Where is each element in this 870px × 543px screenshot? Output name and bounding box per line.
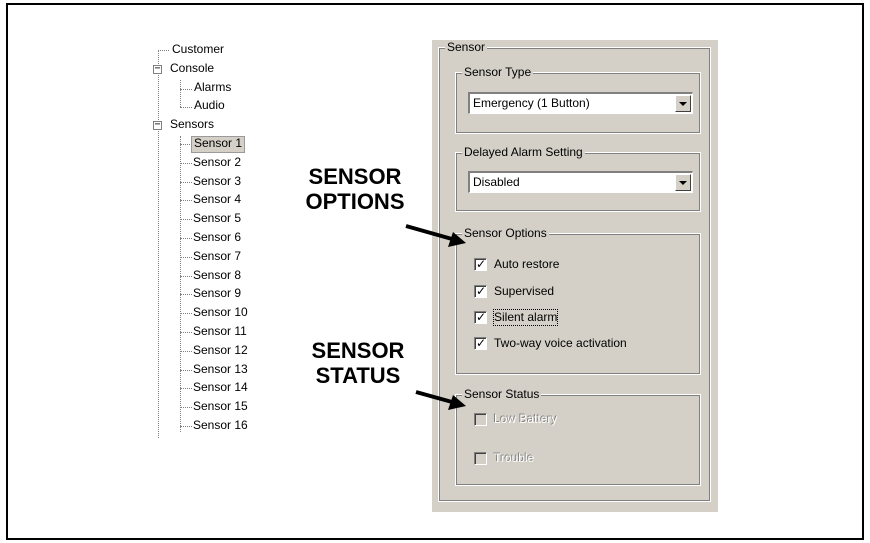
tree-item-sensor[interactable]: Sensor 5: [191, 211, 243, 228]
checkbox-box[interactable]: ✓: [474, 336, 487, 350]
sensor-type-dropdown[interactable]: Emergency (1 Button): [468, 92, 693, 114]
tree-view: − − Customer Console Alarms Audio Sensor…: [0, 0, 300, 460]
tree-item-sensor[interactable]: Sensor 14: [191, 380, 250, 397]
console-collapse-icon[interactable]: −: [153, 64, 162, 74]
callout-line: SENSOR: [311, 338, 405, 363]
sensor-options-title: Sensor Options: [462, 226, 549, 240]
checkbox-box[interactable]: ✓: [474, 284, 487, 298]
tree-item-alarms[interactable]: Alarms: [192, 80, 233, 97]
checkbox-label: Auto restore: [494, 257, 560, 271]
delayed-alarm-dropdown-button[interactable]: [675, 174, 691, 191]
tree-item-console[interactable]: Console: [168, 61, 216, 78]
tree-item-sensor[interactable]: Sensor 12: [191, 343, 250, 360]
checkbox-label: Low Battery: [494, 412, 558, 426]
checkmark-icon: ✓: [476, 310, 487, 324]
tree-item-sensor[interactable]: Sensor 2: [191, 155, 243, 172]
tree-connector: [180, 89, 192, 90]
tree-item-sensor[interactable]: Sensor 11: [191, 324, 249, 341]
tree-item-audio[interactable]: Audio: [192, 98, 227, 115]
tree-item-sensor[interactable]: Sensor 10: [191, 305, 250, 322]
tree-item-sensor[interactable]: Sensor 15: [191, 399, 250, 416]
tree-trunk-line: [158, 50, 159, 438]
tree-connector: [180, 107, 192, 108]
options-arrow-icon: [405, 224, 466, 247]
tree-item-sensor[interactable]: Sensor 8: [191, 268, 243, 285]
delayed-alarm-dropdown[interactable]: Disabled: [468, 171, 693, 193]
sensors-collapse-icon[interactable]: −: [153, 120, 162, 130]
status-arrow-icon: [415, 390, 466, 410]
sensor-type-dropdown-button[interactable]: [675, 95, 691, 112]
delayed-alarm-title: Delayed Alarm Setting: [462, 145, 585, 159]
tree-connector: [158, 50, 169, 51]
console-branch-line: [180, 80, 181, 107]
sensor-group: Sensor Sensor Type Emergency (1 Button) …: [438, 40, 711, 502]
tree-item-customer[interactable]: Customer: [170, 42, 226, 59]
checkmark-icon: ✓: [476, 257, 487, 271]
checkbox-box: [474, 452, 487, 465]
sensor-type-title: Sensor Type: [462, 65, 534, 79]
delayed-alarm-value: Disabled: [473, 175, 520, 189]
callout-line: OPTIONS: [305, 189, 405, 214]
chevron-down-icon: [679, 102, 687, 106]
sensor-status-title: Sensor Status: [462, 387, 542, 401]
sensor-status-group: Sensor Status Low Battery Trouble: [455, 387, 701, 486]
sensor-group-title: Sensor: [445, 40, 488, 54]
checkmark-icon: ✓: [476, 336, 487, 350]
callout-line: STATUS: [315, 363, 401, 388]
chevron-down-icon: [679, 181, 687, 185]
tree-item-sensor[interactable]: Sensor 13: [191, 362, 250, 379]
tree-item-sensor[interactable]: Sensor 6: [191, 230, 243, 247]
sensor-type-group: Sensor Type Emergency (1 Button): [455, 65, 701, 134]
tree-item-sensor[interactable]: Sensor 7: [191, 249, 243, 266]
tree-item-sensor[interactable]: Sensor 9: [191, 286, 243, 303]
checkbox-label: Trouble: [494, 451, 535, 465]
sensor-dialog-panel: Sensor Sensor Type Emergency (1 Button) …: [432, 40, 718, 512]
tree-item-sensor[interactable]: Sensor 16: [191, 418, 250, 435]
tree-item-sensor[interactable]: Sensor 1: [191, 136, 246, 153]
tree-item-sensors[interactable]: Sensors: [168, 117, 216, 134]
checkbox-box: [474, 413, 487, 426]
callout-line: SENSOR: [308, 164, 402, 189]
sensor-options-callout: SENSOR OPTIONS: [296, 164, 414, 214]
checkbox-box[interactable]: ✓: [474, 257, 487, 271]
sensor-type-value: Emergency (1 Button): [473, 96, 590, 110]
checkbox-box[interactable]: ✓: [474, 310, 487, 324]
sensor-options-group: Sensor Options ✓ Auto restore ✓ Supervis…: [455, 226, 701, 375]
tree-item-sensor[interactable]: Sensor 4: [191, 192, 243, 209]
sensor-status-callout: SENSOR STATUS: [299, 338, 417, 388]
checkbox-label: Two-way voice activation: [494, 336, 627, 350]
checkbox-label: Supervised: [494, 284, 555, 298]
checkbox-label: Silent alarm: [492, 309, 559, 326]
delayed-alarm-group: Delayed Alarm Setting Disabled: [455, 145, 701, 212]
tree-item-sensor[interactable]: Sensor 3: [191, 174, 243, 191]
checkmark-icon: ✓: [476, 284, 487, 298]
